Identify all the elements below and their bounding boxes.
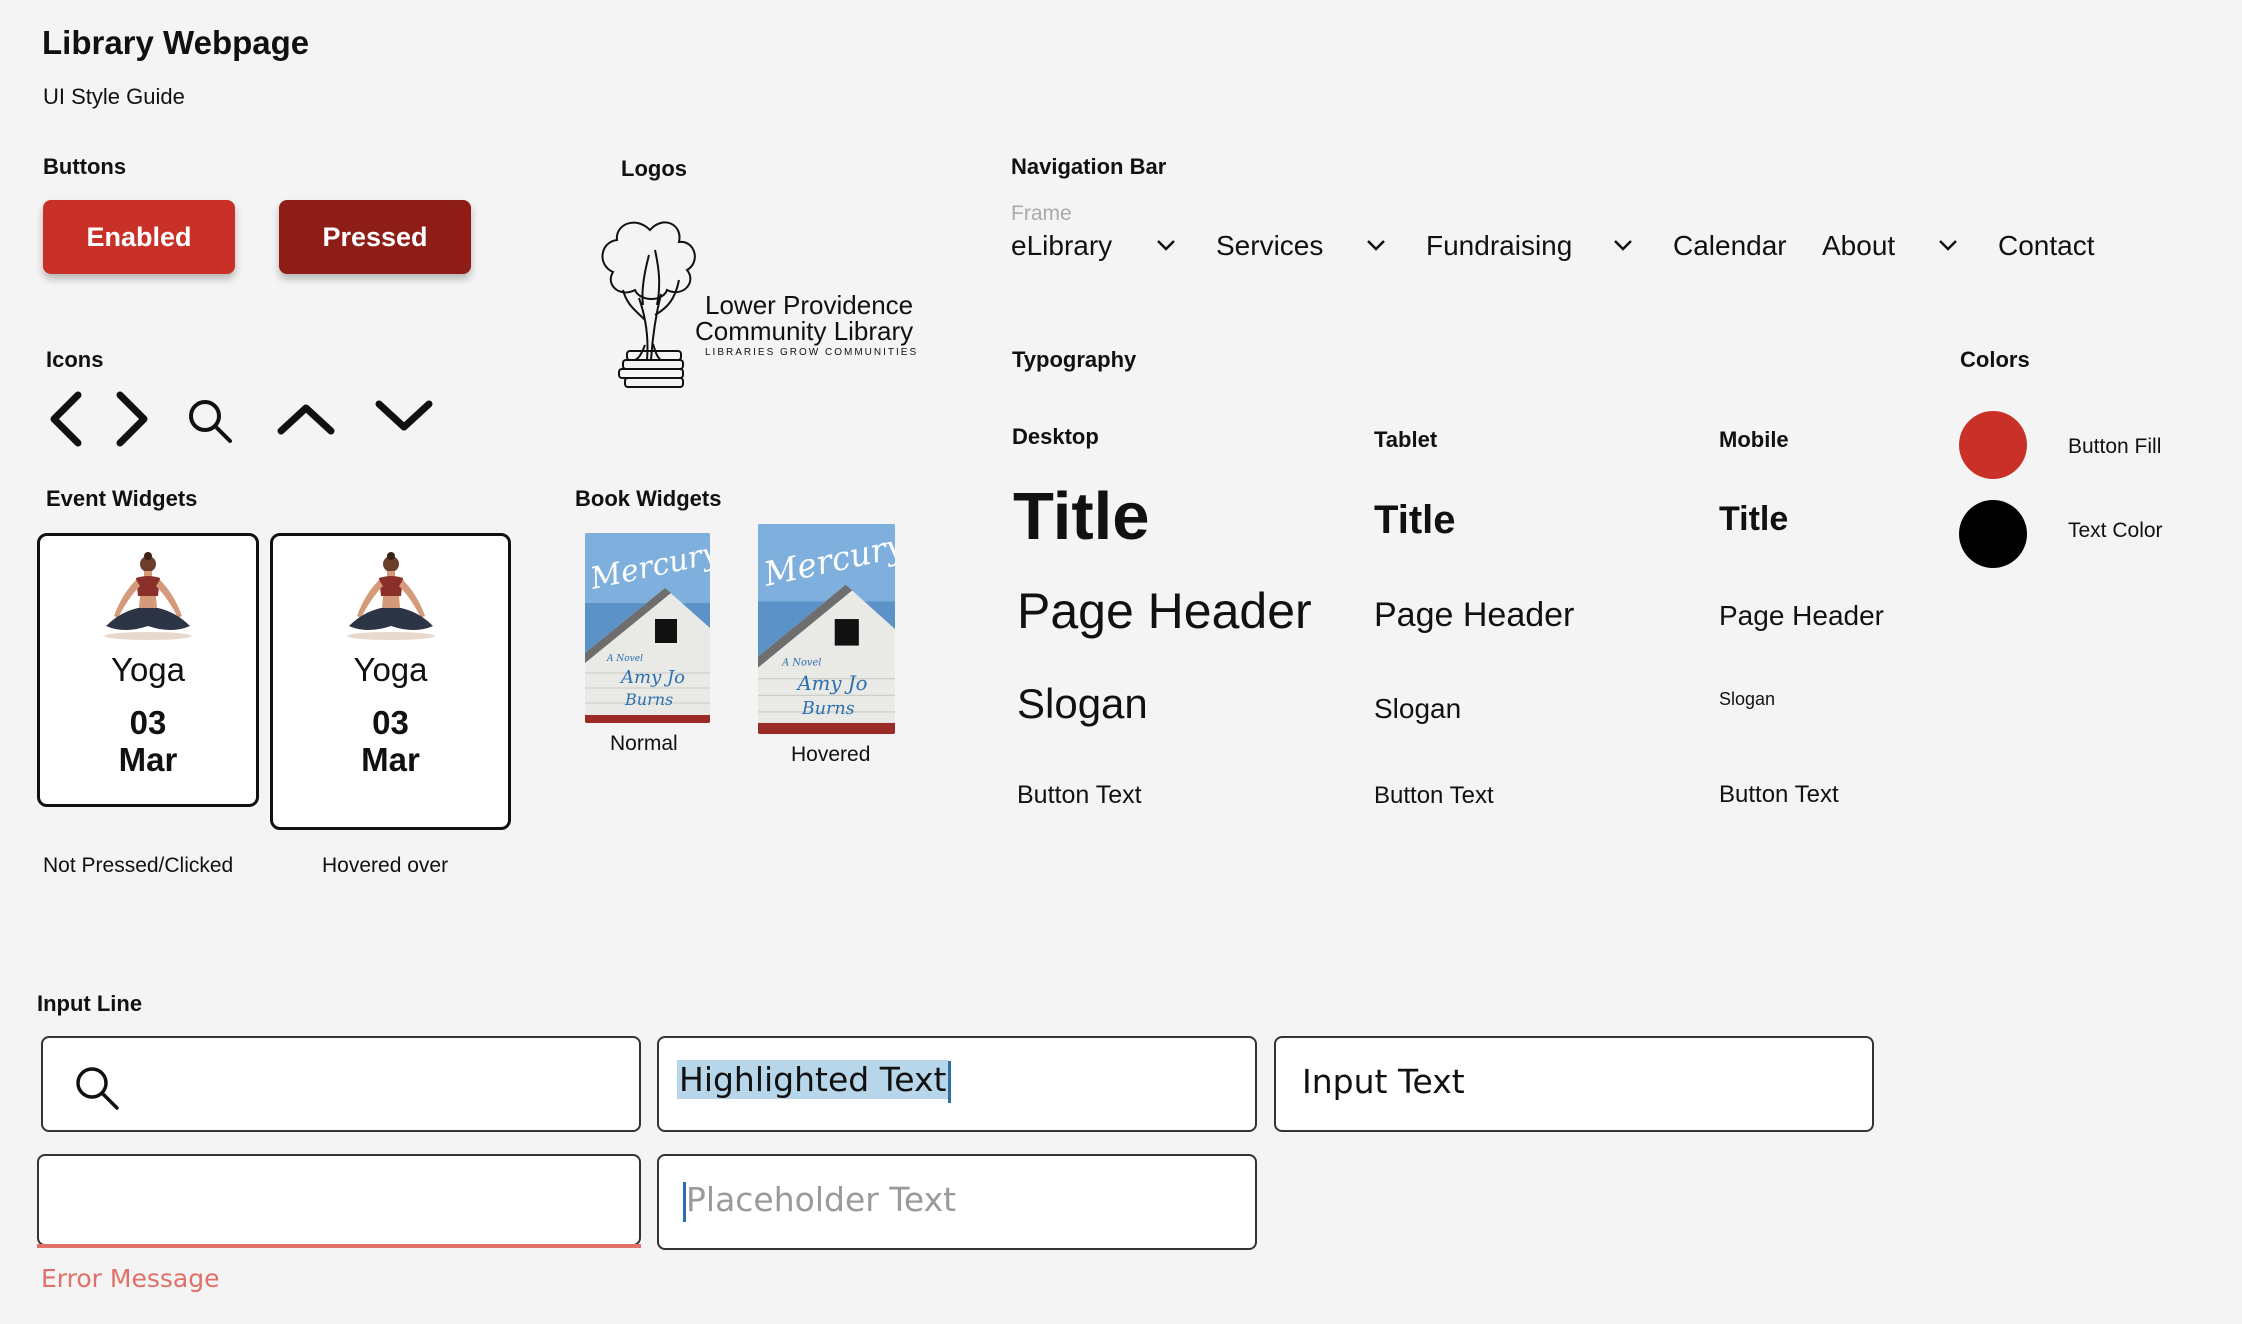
text-color-label: Text Color (2068, 519, 2163, 542)
tree-books-icon (601, 221, 696, 388)
pressed-button[interactable]: Pressed (279, 200, 471, 274)
event-month: Mar (361, 741, 420, 779)
chevron-down-icon[interactable] (1612, 238, 1634, 252)
error-underline (37, 1244, 641, 1248)
chevron-down-icon[interactable] (374, 398, 434, 434)
input-line-heading: Input Line (37, 991, 143, 1016)
book-cover-normal[interactable]: Mercury A Novel Amy Jo Burns (585, 533, 710, 723)
desktop-page-header-sample: Page Header (1017, 583, 1312, 639)
event-caption-normal: Not Pressed/Clicked (43, 854, 234, 877)
mobile-button-text-sample: Button Text (1719, 781, 1839, 808)
logos-heading: Logos (621, 156, 687, 181)
button-fill-swatch (1959, 411, 2027, 479)
buttons-heading: Buttons (43, 154, 127, 179)
mobile-title-sample: Title (1719, 500, 1789, 538)
tablet-button-text-sample: Button Text (1374, 782, 1494, 809)
nav-item-elibrary[interactable]: eLibrary (1011, 230, 1112, 262)
chevron-down-icon[interactable] (1365, 238, 1387, 252)
logo-line-2: Community Library (695, 316, 914, 346)
page-subtitle: UI Style Guide (43, 84, 185, 109)
text-color-swatch (1959, 500, 2027, 568)
search-icon[interactable] (186, 397, 234, 445)
event-day: 03 (129, 704, 167, 741)
typography-mobile-heading: Mobile (1719, 427, 1789, 452)
nav-item-services[interactable]: Services (1216, 230, 1323, 262)
text-caret (948, 1060, 952, 1103)
error-message: Error Message (41, 1264, 220, 1293)
book-author-1: Amy Jo (619, 667, 685, 688)
event-name: Yoga (110, 651, 186, 688)
nav-item-calendar[interactable]: Calendar (1673, 230, 1787, 262)
input-text-value: Input Text (1302, 1062, 1465, 1101)
chevron-up-icon[interactable] (276, 400, 336, 436)
typography-desktop-heading: Desktop (1012, 424, 1099, 449)
placeholder-text: Placeholder Text (686, 1180, 957, 1219)
library-logo: Lower Providence Community Library LIBRA… (595, 210, 925, 390)
book-widgets-heading: Book Widgets (575, 486, 722, 511)
event-card-normal[interactable]: Yoga 03 Mar (37, 533, 259, 807)
highlighted-text-input[interactable]: Highlighted Text (657, 1036, 1257, 1132)
event-widgets-heading: Event Widgets (46, 486, 198, 511)
yoga-pose-icon (346, 552, 435, 640)
desktop-title-sample: Title (1013, 479, 1150, 554)
desktop-slogan-sample: Slogan (1017, 680, 1148, 727)
yoga-pose-icon (104, 552, 192, 640)
search-input[interactable] (41, 1036, 641, 1132)
logo-tagline: LIBRARIES GROW COMMUNITIES (705, 347, 919, 358)
chevron-right-icon[interactable] (112, 390, 152, 448)
tablet-slogan-sample: Slogan (1374, 693, 1462, 724)
event-caption-hovered: Hovered over (322, 854, 449, 877)
placeholder-input[interactable]: Placeholder Text (657, 1154, 1257, 1250)
input-text-field[interactable]: Input Text (1274, 1036, 1874, 1132)
error-input[interactable] (37, 1154, 641, 1246)
event-name: Yoga (353, 651, 428, 688)
typography-heading: Typography (1012, 347, 1137, 372)
nav-heading: Navigation Bar (1011, 154, 1167, 179)
nav-item-about[interactable]: About (1822, 230, 1895, 262)
event-day: 03 (372, 704, 409, 741)
chevron-down-icon[interactable] (1937, 238, 1959, 252)
tablet-page-header-sample: Page Header (1374, 596, 1575, 634)
book-small-text: A Novel (606, 654, 643, 664)
logo-line-1: Lower Providence (705, 290, 914, 320)
book-small-text: A Novel (781, 657, 821, 668)
typography-tablet-heading: Tablet (1374, 427, 1438, 452)
enabled-button[interactable]: Enabled (43, 200, 235, 274)
desktop-button-text-sample: Button Text (1017, 781, 1142, 809)
book-author-2: Burns (801, 699, 855, 719)
search-icon (76, 1067, 119, 1110)
button-fill-label: Button Fill (2068, 435, 2162, 458)
book-cover-art: Mercury A Novel Amy Jo Burns (758, 524, 895, 734)
event-month: Mar (118, 741, 178, 779)
tablet-title-sample: Title (1374, 498, 1456, 542)
highlighted-text: Highlighted Text (677, 1060, 949, 1099)
chevron-left-icon[interactable] (46, 390, 86, 448)
mobile-page-header-sample: Page Header (1719, 600, 1885, 631)
book-cover-hovered[interactable]: Mercury A Novel Amy Jo Burns (758, 524, 895, 734)
page-title: Library Webpage (42, 24, 310, 61)
book-caption-normal: Normal (610, 732, 678, 755)
book-cover-art: Mercury A Novel Amy Jo Burns (585, 533, 710, 723)
book-author-1: Amy Jo (795, 672, 867, 695)
nav-item-fundraising[interactable]: Fundraising (1426, 230, 1572, 262)
chevron-down-icon[interactable] (1155, 238, 1177, 252)
nav-item-contact[interactable]: Contact (1998, 230, 2095, 262)
colors-heading: Colors (1960, 347, 2030, 372)
book-author-2: Burns (624, 690, 673, 709)
icons-heading: Icons (46, 347, 104, 372)
book-caption-hovered: Hovered (791, 743, 871, 766)
event-card-hovered[interactable]: Yoga 03 Mar (270, 533, 511, 830)
mobile-slogan-sample: Slogan (1719, 689, 1776, 709)
nav-frame-label: Frame (1011, 202, 1072, 225)
